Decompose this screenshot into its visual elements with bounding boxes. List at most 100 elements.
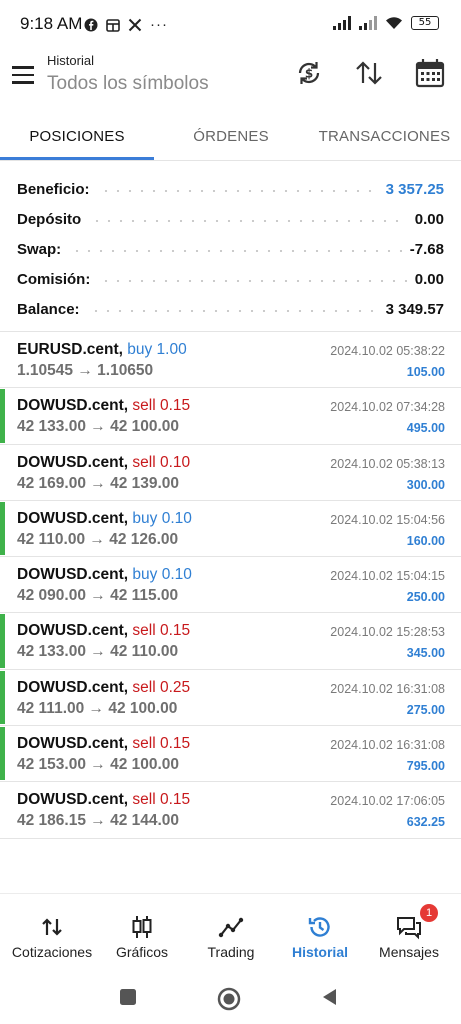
trade-profit: 345.00 bbox=[406, 646, 445, 661]
status-bar: 9:18 AM ··· 55 bbox=[0, 0, 461, 46]
nav-label: Gráficos bbox=[115, 944, 169, 960]
trade-side: sell 0.15 bbox=[132, 735, 191, 753]
dotted-leader bbox=[89, 310, 378, 312]
trade-symbol: DOWUSD.cent, bbox=[17, 453, 129, 471]
quotes-arrows-icon bbox=[42, 918, 62, 936]
tab-transacciones[interactable]: TRANSACCIONES bbox=[308, 110, 461, 162]
trade-side: sell 0.10 bbox=[132, 453, 191, 471]
sync-dollar-icon[interactable]: $ bbox=[292, 56, 326, 90]
trade-side: sell 0.25 bbox=[132, 678, 191, 696]
trade-symbol: DOWUSD.cent, bbox=[17, 397, 129, 415]
summary-row-deposito: Depósito 0.00 bbox=[0, 204, 461, 234]
hamburger-menu-icon[interactable] bbox=[12, 66, 34, 84]
summary-row-beneficio: Beneficio: 3 357.25 bbox=[0, 174, 461, 204]
trade-row[interactable]: DOWUSD.cent, sell 0.25 42 111.00 → 42 10… bbox=[0, 670, 461, 727]
trade-side: buy 1.00 bbox=[127, 341, 187, 358]
trade-symbol: EURUSD.cent, bbox=[17, 341, 123, 358]
trade-symbol: DOWUSD.cent, bbox=[17, 509, 129, 527]
trade-prices: 42 111.00 → 42 100.00 bbox=[17, 699, 178, 717]
summary-row-comision: Comisión: 0.00 bbox=[0, 264, 461, 294]
trade-marker bbox=[0, 614, 5, 668]
trade-side: sell 0.15 bbox=[132, 622, 191, 640]
trade-prices: 42 110.00 → 42 126.00 bbox=[17, 530, 179, 548]
trade-row[interactable]: DOWUSD.cent, sell 0.15 42 186.15 → 42 14… bbox=[0, 782, 461, 839]
nav-cotizaciones[interactable]: Cotizaciones bbox=[6, 894, 98, 974]
tab-ordenes[interactable]: ÓRDENES bbox=[154, 110, 308, 162]
trade-marker bbox=[0, 727, 5, 781]
trade-marker bbox=[0, 670, 5, 725]
summary-value: 3 349.57 bbox=[385, 300, 444, 318]
trade-profit: 105.00 bbox=[406, 365, 445, 379]
nav-graficos[interactable]: Gráficos bbox=[96, 894, 188, 974]
trade-symbol: DOWUSD.cent, bbox=[17, 735, 129, 753]
trade-row[interactable]: DOWUSD.cent, buy 0.10 42 090.00 → 42 115… bbox=[0, 557, 461, 614]
symbol-filter[interactable]: Todos los símbolos bbox=[47, 73, 209, 95]
trade-prices: 42 186.15 → 42 144.00 bbox=[17, 812, 180, 830]
summary-value: 0.00 bbox=[414, 210, 444, 228]
x-icon bbox=[128, 18, 142, 31]
system-navigation bbox=[0, 973, 461, 1024]
back-triangle-icon[interactable] bbox=[320, 987, 338, 1007]
trade-profit: 495.00 bbox=[406, 421, 445, 436]
nav-label: Cotizaciones bbox=[11, 944, 93, 960]
home-circle-icon[interactable] bbox=[217, 987, 241, 1011]
summary-row-swap: Swap: -7.68 bbox=[0, 234, 461, 264]
candlestick-chart-icon bbox=[132, 916, 152, 938]
calendar-icon[interactable] bbox=[413, 56, 447, 90]
summary-label: Balance: bbox=[17, 300, 80, 318]
trade-time: 2024.10.02 17:06:05 bbox=[330, 794, 445, 809]
dotted-leader bbox=[100, 280, 407, 282]
trade-prices: 42 133.00 → 42 110.00 bbox=[17, 643, 179, 661]
trade-symbol: DOWUSD.cent, bbox=[17, 566, 129, 584]
trade-side: buy 0.10 bbox=[132, 566, 192, 584]
trade-row[interactable]: DOWUSD.cent, sell 0.15 42 133.00 → 42 10… bbox=[0, 388, 461, 445]
trade-time: 2024.10.02 15:04:15 bbox=[330, 569, 445, 584]
bottom-navigation: Cotizaciones Gráficos Trading Historial … bbox=[0, 893, 461, 973]
nav-historial[interactable]: Historial bbox=[274, 894, 366, 974]
wifi-icon bbox=[386, 17, 402, 29]
tab-bar: POSICIONES ÓRDENES TRANSACCIONES bbox=[0, 110, 461, 162]
summary-label: Beneficio: bbox=[17, 180, 90, 198]
summary-value: 3 357.25 bbox=[385, 180, 444, 198]
nav-mensajes[interactable]: 1 Mensajes bbox=[363, 894, 455, 974]
status-time: 9:18 AM bbox=[20, 14, 83, 33]
trade-marker bbox=[0, 389, 5, 443]
summary-value: -7.68 bbox=[409, 240, 444, 258]
tab-posiciones[interactable]: POSICIONES bbox=[0, 110, 154, 162]
trade-time: 2024.10.02 16:31:08 bbox=[330, 681, 445, 696]
trade-profit: 160.00 bbox=[406, 533, 445, 548]
trade-row[interactable]: DOWUSD.cent, sell 0.15 42 133.00 → 42 11… bbox=[0, 613, 461, 670]
nav-label: Mensajes bbox=[379, 944, 439, 960]
trade-prices: 42 169.00 → 42 139.00 bbox=[17, 474, 180, 492]
recents-square-icon[interactable] bbox=[118, 987, 138, 1007]
trade-time: 2024.10.02 05:38:13 bbox=[330, 456, 445, 471]
trade-prices: 42 133.00 → 42 100.00 bbox=[17, 418, 180, 436]
trade-prices: 1.10545 → 1.10650 bbox=[17, 362, 154, 379]
trade-side: buy 0.10 bbox=[132, 509, 192, 527]
trade-row[interactable]: DOWUSD.cent, buy 0.10 42 110.00 → 42 126… bbox=[0, 501, 461, 558]
summary-value: 0.00 bbox=[414, 270, 444, 288]
summary-label: Swap: bbox=[17, 240, 62, 258]
summary-row-balance: Balance: 3 349.57 bbox=[0, 294, 461, 324]
nav-trading[interactable]: Trading bbox=[185, 894, 277, 974]
trade-prices: 42 153.00 → 42 100.00 bbox=[17, 756, 180, 774]
trade-marker bbox=[0, 501, 5, 556]
trade-profit: 795.00 bbox=[406, 759, 445, 774]
trade-symbol: DOWUSD.cent, bbox=[17, 678, 129, 696]
divider bbox=[0, 160, 461, 161]
trading-line-icon bbox=[218, 917, 244, 938]
trade-row[interactable]: DOWUSD.cent, sell 0.15 42 153.00 → 42 10… bbox=[0, 726, 461, 783]
trade-prices: 42 090.00 → 42 115.00 bbox=[17, 587, 179, 605]
trade-profit: 250.00 bbox=[406, 590, 445, 605]
messages-icon bbox=[397, 917, 421, 940]
trade-time: 2024.10.02 15:28:53 bbox=[330, 625, 445, 640]
trade-row[interactable]: DOWUSD.cent, sell 0.10 42 169.00 → 42 13… bbox=[0, 445, 461, 501]
more-dots-icon: ··· bbox=[150, 16, 168, 33]
signal-icon bbox=[333, 16, 351, 30]
sort-arrows-icon[interactable] bbox=[352, 56, 386, 90]
dotted-leader bbox=[99, 190, 378, 192]
signal-icon bbox=[359, 16, 377, 30]
trade-profit: 275.00 bbox=[406, 702, 445, 717]
history-clock-icon bbox=[308, 917, 330, 937]
trade-row[interactable]: EURUSD.cent, buy 1.00 1.10545 → 1.10650 … bbox=[0, 332, 461, 389]
